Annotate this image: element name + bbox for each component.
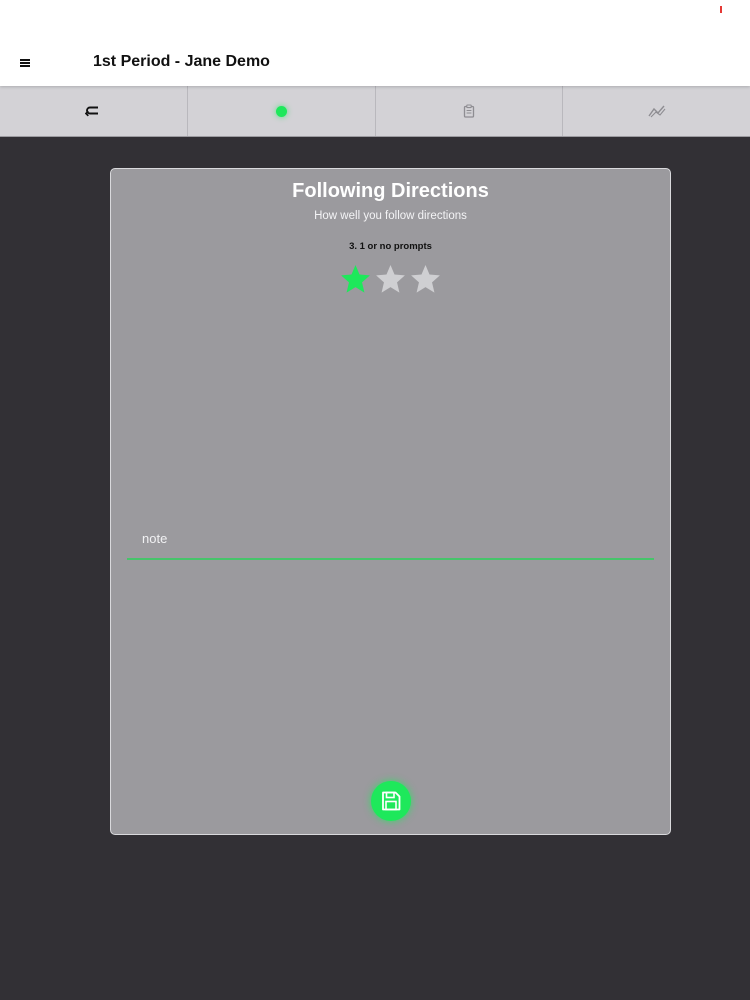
menu-button[interactable] — [14, 52, 36, 74]
behavior-title: Following Directions — [292, 180, 489, 202]
behavior-card: Following Directions How well you follow… — [110, 168, 671, 835]
return-icon — [85, 106, 99, 117]
star-3[interactable] — [409, 263, 442, 295]
tab-clipboard[interactable] — [376, 86, 564, 136]
page-title: 1st Period - Jane Demo — [93, 53, 270, 70]
star-empty-icon — [411, 265, 440, 293]
behavior-description: How well you follow directions — [314, 210, 467, 222]
save-button[interactable] — [371, 781, 411, 821]
tab-bar — [0, 86, 750, 137]
app-page: 1st Period - Jane Demo Following Directi… — [0, 0, 750, 1000]
trend-chart-icon — [648, 105, 666, 118]
status-indicator — [720, 6, 722, 13]
tab-trend[interactable] — [563, 86, 750, 136]
note-underline — [127, 558, 654, 560]
rating-label: 3. 1 or no prompts — [349, 241, 432, 252]
clipboard-icon — [463, 104, 475, 118]
star-filled-icon — [341, 265, 370, 293]
save-icon — [382, 791, 401, 811]
hamburger-icon — [20, 59, 30, 67]
note-placeholder: note — [142, 531, 168, 546]
star-rating — [339, 263, 444, 295]
star-empty-icon — [376, 265, 405, 293]
tab-active-status[interactable] — [188, 86, 376, 136]
app-header: 1st Period - Jane Demo — [0, 0, 750, 86]
note-input[interactable]: note — [127, 525, 654, 561]
green-dot-icon — [275, 105, 287, 117]
star-1[interactable] — [339, 263, 372, 295]
tab-return[interactable] — [0, 86, 188, 136]
star-2[interactable] — [374, 263, 407, 295]
